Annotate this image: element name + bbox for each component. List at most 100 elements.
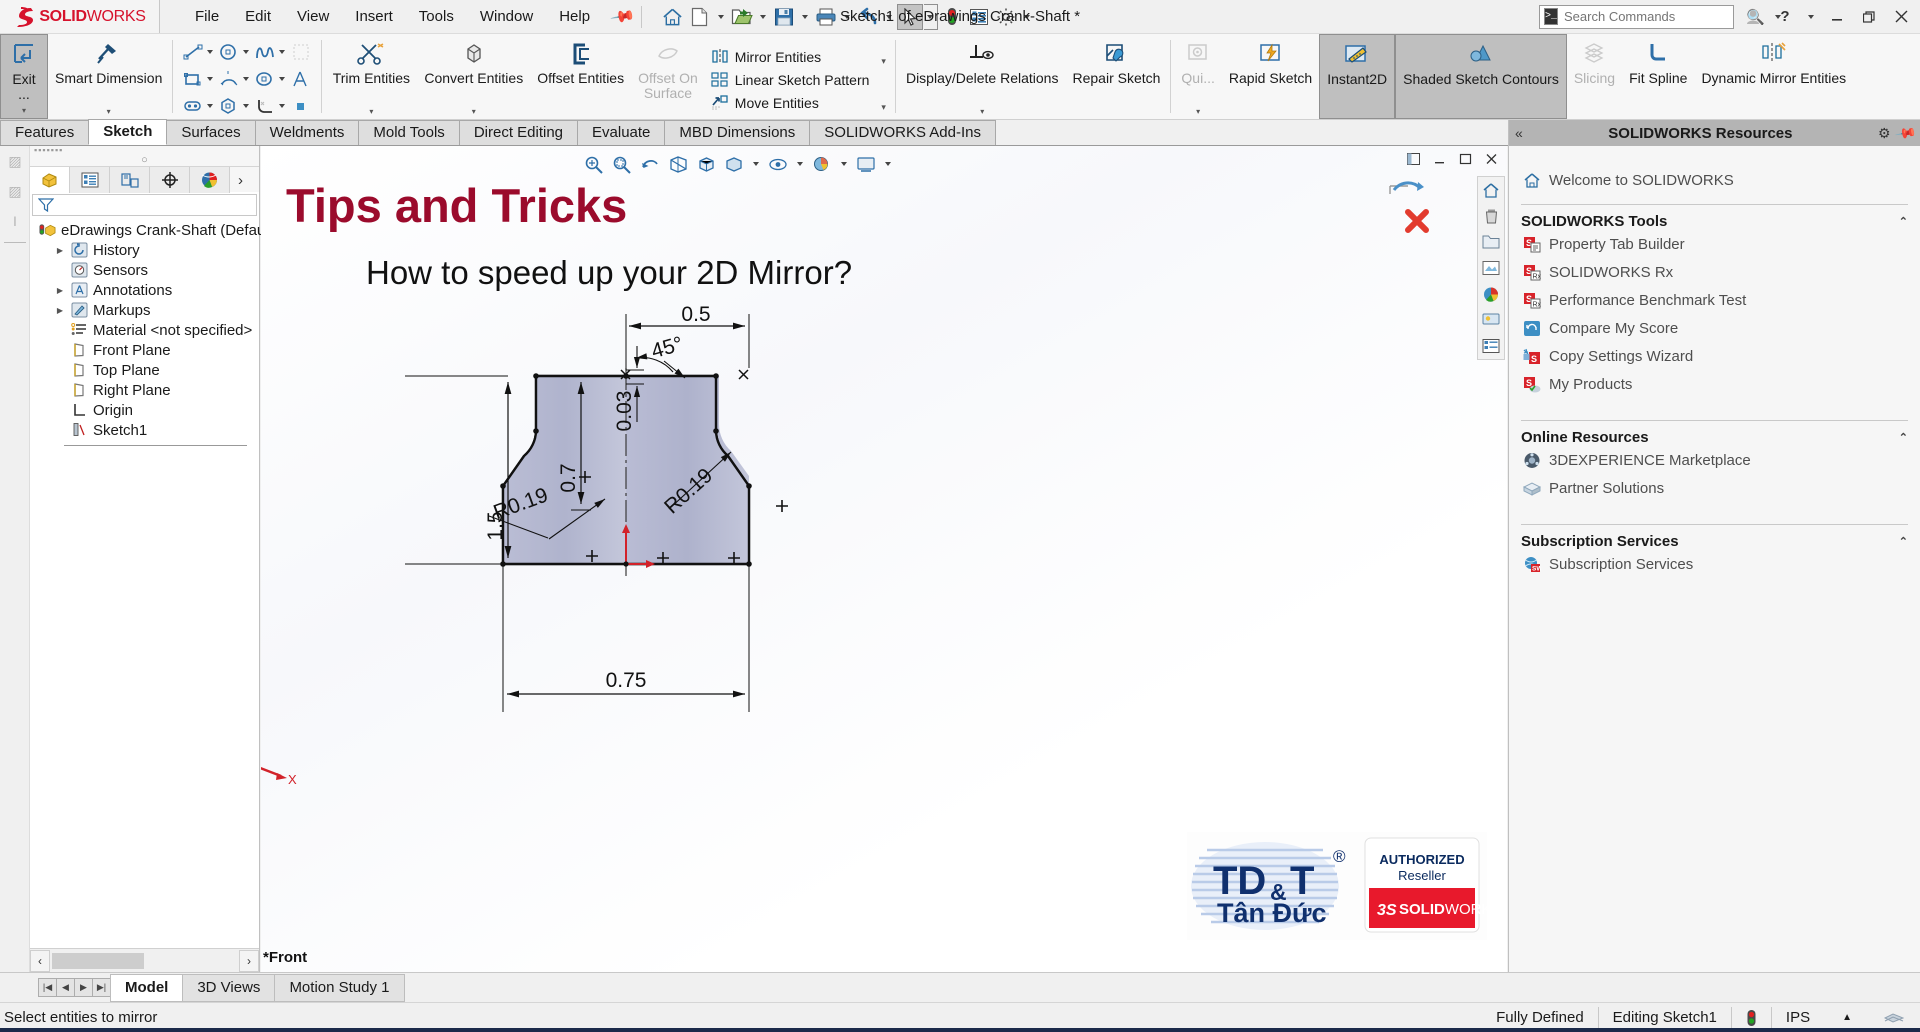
spline-dropdown-icon[interactable]: [279, 50, 286, 54]
dimension-overall-height[interactable]: 1.5: [405, 375, 512, 565]
view-orientation-icon[interactable]: [693, 152, 719, 176]
chevron-up-icon[interactable]: ⌃: [1899, 431, 1908, 444]
3dexperience-marketplace-link[interactable]: 3DEXPERIENCE Marketplace: [1521, 446, 1908, 474]
pin-icon[interactable]: 📌: [1893, 121, 1917, 145]
repair-sketch-button[interactable]: Repair Sketch: [1065, 34, 1167, 119]
section-subscription-services[interactable]: Subscription Services ⌃: [1521, 524, 1908, 550]
overlay-icon[interactable]: [1870, 1007, 1920, 1029]
text-cursor-icon[interactable]: I: [0, 206, 30, 236]
dimension-fillet-left[interactable]: R0.19: [488, 484, 606, 540]
open-folder-icon[interactable]: [729, 4, 755, 30]
appearance-caret-icon[interactable]: [841, 162, 847, 166]
folder-icon[interactable]: [1478, 229, 1504, 255]
tab-evaluate[interactable]: Evaluate: [577, 120, 666, 145]
convert-entities-button[interactable]: Convert Entities ▾: [417, 34, 530, 119]
rectangle-icon[interactable]: [180, 67, 206, 91]
rectangle-dropdown-icon[interactable]: [207, 77, 214, 81]
exit-sketch-button[interactable]: Exit ... ▾: [0, 34, 48, 119]
tree-item-front-plane[interactable]: Front Plane: [32, 340, 259, 360]
ellipse-dropdown-icon[interactable]: [279, 77, 286, 81]
appearance-icon[interactable]: [1478, 281, 1504, 307]
scene-caret-icon[interactable]: [885, 162, 891, 166]
subscription-services-link[interactable]: SW Subscription Services: [1521, 550, 1908, 578]
rebuild-traffic-light-icon[interactable]: [939, 4, 965, 30]
smart-dimension-button[interactable]: Smart Dimension ▾: [48, 34, 169, 119]
section-online-resources[interactable]: Online Resources ⌃: [1521, 420, 1908, 446]
user-icon[interactable]: [1740, 4, 1766, 30]
search-commands-box[interactable]: >_ 🔍: [1539, 4, 1781, 29]
exit-sketch-dropdown[interactable]: ▾: [22, 106, 26, 118]
gear-icon[interactable]: ⚙: [1878, 125, 1891, 142]
tab-solidworks-addins[interactable]: SOLIDWORKS Add-Ins: [809, 120, 996, 145]
pin-icon[interactable]: 📌: [609, 3, 637, 31]
offset-entities-button[interactable]: Offset Entities: [530, 34, 631, 119]
tree-item-history[interactable]: ▶ History: [32, 240, 259, 260]
section-solidworks-tools[interactable]: SOLIDWORKS Tools ⌃: [1521, 204, 1908, 230]
display-style-icon[interactable]: [721, 152, 747, 176]
trash-icon[interactable]: [1478, 203, 1504, 229]
spline-icon[interactable]: [252, 40, 278, 64]
menu-insert[interactable]: Insert: [342, 4, 406, 29]
help-icon[interactable]: ?: [1772, 4, 1798, 30]
display-delete-relations-dropdown[interactable]: ▾: [980, 107, 984, 119]
property-tab-builder-link[interactable]: S Property Tab Builder: [1521, 230, 1908, 258]
chevron-up-icon[interactable]: ⌃: [1899, 215, 1908, 228]
search-input[interactable]: [1564, 9, 1741, 24]
menu-file[interactable]: File: [182, 4, 232, 29]
section-view-icon[interactable]: [665, 152, 691, 176]
tab-features[interactable]: Features: [0, 120, 90, 145]
rapid-sketch-button[interactable]: Rapid Sketch: [1222, 34, 1319, 119]
grid-sketch-icon[interactable]: [288, 40, 314, 64]
tree-expand-arrow[interactable]: ▶: [54, 306, 66, 315]
menu-view[interactable]: View: [284, 4, 342, 29]
convert-entities-dropdown[interactable]: ▾: [472, 107, 476, 119]
line-icon[interactable]: [180, 40, 206, 64]
flyout-tree-icon-1[interactable]: ▨: [0, 146, 30, 176]
open-caret-icon[interactable]: [759, 14, 766, 19]
slot-icon[interactable]: [180, 94, 206, 118]
text-icon[interactable]: [288, 67, 314, 91]
linear-sketch-pattern-button[interactable]: Linear Sketch Pattern: [707, 70, 874, 90]
tree-expand-arrow[interactable]: ▶: [54, 286, 66, 295]
move-entities-dropdown[interactable]: ▾: [875, 102, 892, 113]
dimension-base-width[interactable]: 0.75: [502, 564, 750, 712]
tree-item-top-plane[interactable]: Top Plane: [32, 360, 259, 380]
trim-entities-dropdown[interactable]: ▾: [369, 107, 373, 119]
close-icon[interactable]: [1888, 4, 1914, 30]
apply-scene-icon[interactable]: [853, 152, 879, 176]
circle-icon[interactable]: [216, 40, 242, 64]
tree-item-annotations[interactable]: ▶ Annotations: [32, 280, 259, 300]
last-icon[interactable]: ▶|: [92, 978, 111, 997]
menu-edit[interactable]: Edit: [232, 4, 284, 29]
dimension-small-offset[interactable]: 0.03: [613, 346, 644, 431]
previous-view-icon[interactable]: [637, 152, 663, 176]
print-caret-icon[interactable]: [843, 14, 850, 19]
performance-benchmark-test-link[interactable]: S Rx Performance Benchmark Test: [1521, 286, 1908, 314]
new-document-caret-icon[interactable]: [717, 14, 724, 19]
options-caret-icon[interactable]: [1023, 14, 1030, 19]
menu-help[interactable]: Help: [546, 4, 603, 29]
status-units[interactable]: IPS: [1770, 1006, 1824, 1029]
tree-item-sensors[interactable]: Sensors: [32, 260, 259, 280]
menu-tools[interactable]: Tools: [406, 4, 467, 29]
display-delete-relations-button[interactable]: Display/Delete Relations ▾: [899, 34, 1066, 119]
table-icon[interactable]: [1478, 333, 1504, 359]
select-cursor-icon[interactable]: [896, 3, 923, 30]
move-entities-button[interactable]: Move Entities: [707, 93, 874, 113]
scroll-right-button[interactable]: ›: [239, 949, 259, 972]
tree-expand-arrow[interactable]: ▶: [54, 246, 66, 255]
tree-filter-bar[interactable]: [32, 194, 257, 216]
next-icon[interactable]: ▶: [74, 978, 93, 997]
fillet-dropdown-icon[interactable]: [279, 104, 286, 108]
save-icon[interactable]: [771, 4, 797, 30]
dimxpert-manager-tab[interactable]: [150, 167, 190, 193]
line-dropdown-icon[interactable]: [207, 50, 214, 54]
linear-pattern-dropdown[interactable]: ▾: [875, 56, 892, 67]
tree-item-material[interactable]: Material <not specified>: [32, 320, 259, 340]
close-icon[interactable]: [1481, 150, 1501, 168]
display-style-caret-icon[interactable]: [753, 162, 759, 166]
smart-dimension-dropdown[interactable]: ▾: [107, 107, 111, 119]
tab-direct-editing[interactable]: Direct Editing: [458, 120, 579, 145]
tab-3d-views[interactable]: 3D Views: [182, 973, 276, 1002]
dimension-fillet-right[interactable]: R0.19: [660, 451, 732, 518]
